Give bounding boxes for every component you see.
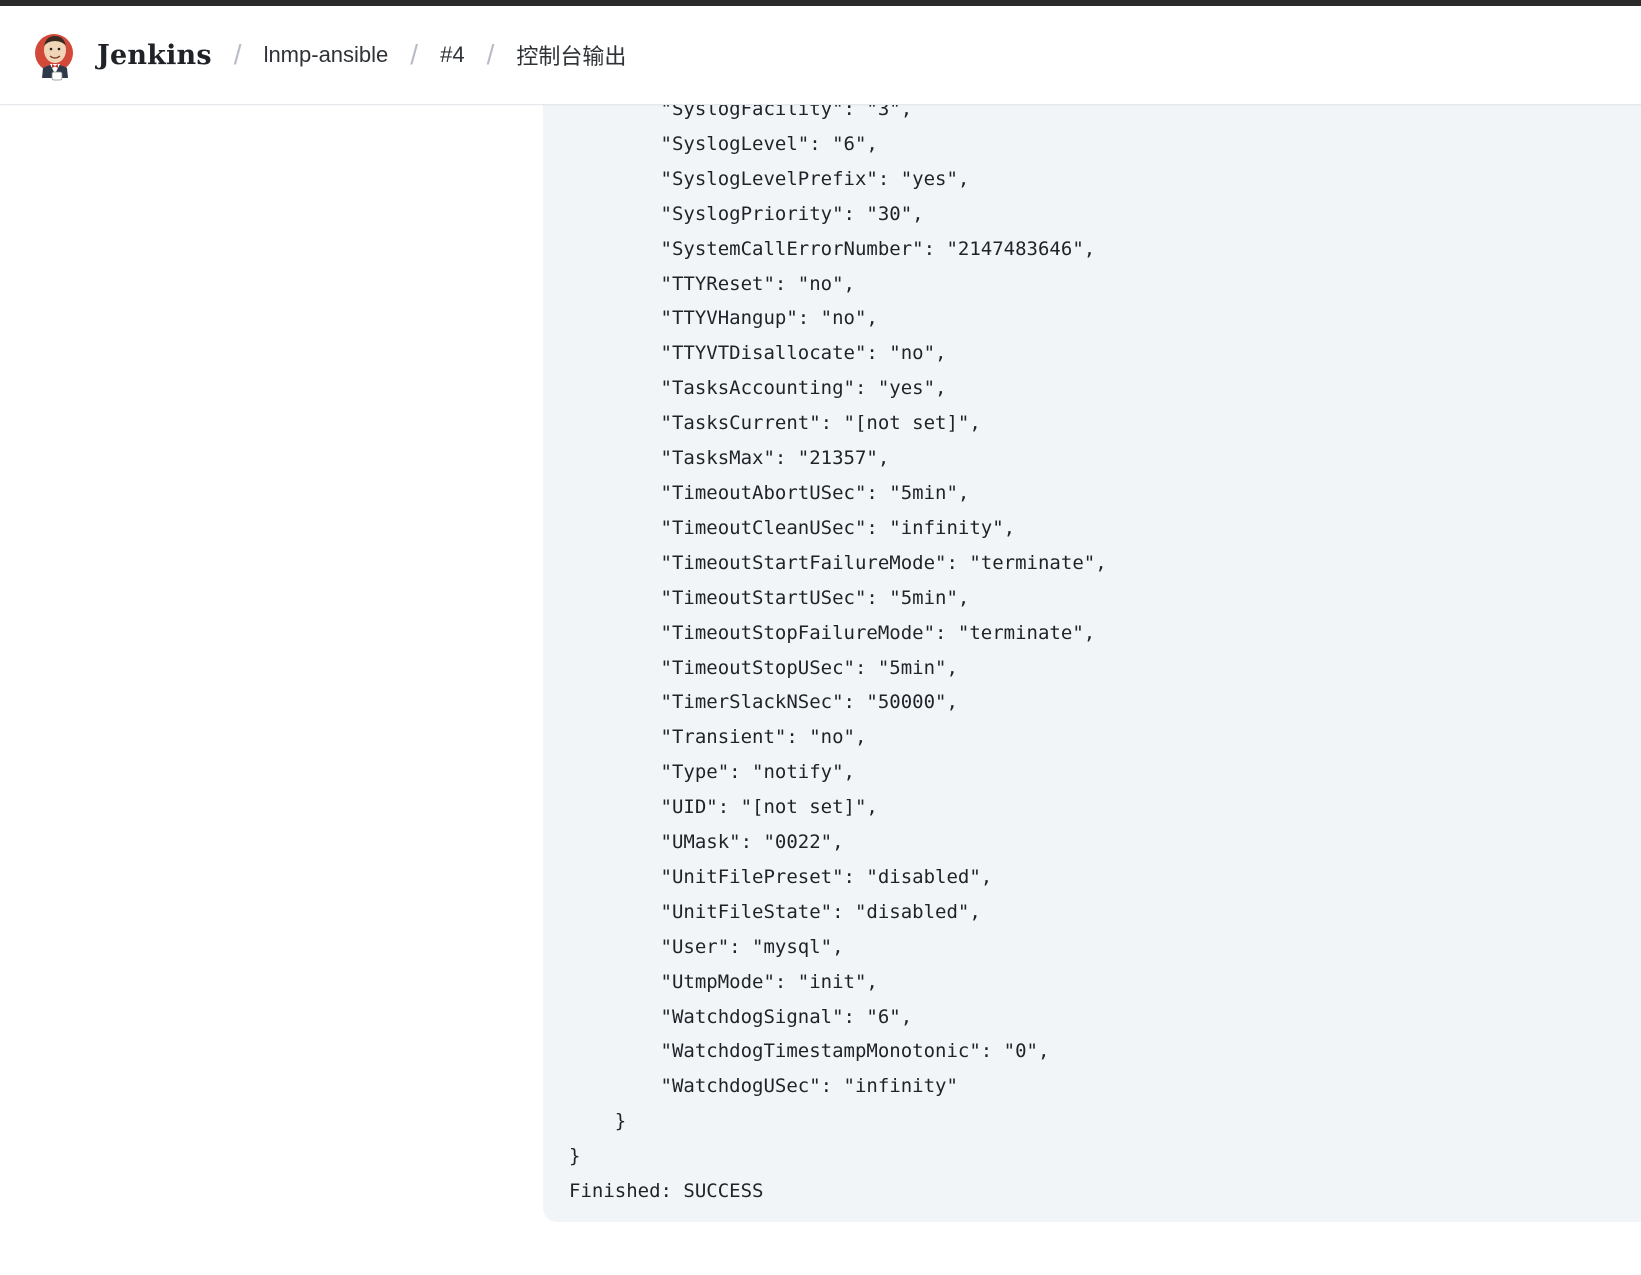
console-line: "SyslogLevelPrefix": "yes", [569,167,970,190]
console-line: "TimeoutStartFailureMode": "terminate", [569,551,1107,574]
console-line: } [569,1110,627,1133]
console-line: "UID": "[not set]", [569,796,878,819]
console-line: "SyslogLevel": "6", [569,132,878,155]
jenkins-logo-icon [35,34,73,81]
breadcrumb-console-output[interactable]: 控制台输出 [516,39,626,71]
breadcrumb-separator: / [233,39,242,70]
console-line: "TimeoutStartUSec": "5min", [569,586,970,609]
console-line: "Type": "notify", [569,761,855,784]
console-line: "WatchdogTimestampMonotonic": "0", [569,1040,1050,1063]
console-output-panel: "SyslogFacility": "3", "SyslogLevel": "6… [543,60,1641,1222]
console-line: "UnitFilePreset": "disabled", [569,865,993,888]
breadcrumb-separator: / [410,39,419,70]
console-text: "SyslogFacility": "3", "SyslogLevel": "6… [569,92,1107,1209]
console-line: "UnitFileState": "disabled", [569,900,981,923]
console-line: "SystemCallErrorNumber": "2147483646", [569,237,1096,260]
console-line: "WatchdogSignal": "6", [569,1005,913,1028]
console-line: "TasksMax": "21357", [569,447,890,470]
breadcrumb-build[interactable]: #4 [440,42,464,68]
jenkins-home-link[interactable]: Jenkins [34,28,212,82]
console-line: "WatchdogUSec": "infinity" [569,1075,958,1098]
console-line: "TimeoutAbortUSec": "5min", [569,481,970,504]
jenkins-brand-title: Jenkins [97,39,212,71]
console-line: "TasksCurrent": "[not set]", [569,412,981,435]
console-line: "TimeoutStopUSec": "5min", [569,656,958,679]
build-status-line: Finished: SUCCESS [569,1180,764,1203]
console-line: "TimeoutStopFailureMode": "terminate", [569,621,1096,644]
console-line: "Transient": "no", [569,726,867,749]
console-line: "SyslogPriority": "30", [569,202,924,225]
console-line: "TTYReset": "no", [569,272,855,295]
breadcrumb-separator: / [486,39,495,70]
console-line: "TimeoutCleanUSec": "infinity", [569,516,1016,539]
console-line: "TimerSlackNSec": "50000", [569,691,958,714]
page-header: Jenkins / lnmp-ansible / #4 / 控制台输出 [0,6,1641,105]
console-line: "TasksAccounting": "yes", [569,377,947,400]
console-line: "UMask": "0022", [569,831,844,854]
console-line: "UtmpMode": "init", [569,970,878,993]
console-line: } [569,1145,581,1168]
console-line: "TTYVHangup": "no", [569,307,878,330]
console-line: "User": "mysql", [569,935,844,958]
breadcrumb-job[interactable]: lnmp-ansible [264,42,389,68]
console-line: "TTYVTDisallocate": "no", [569,342,947,365]
